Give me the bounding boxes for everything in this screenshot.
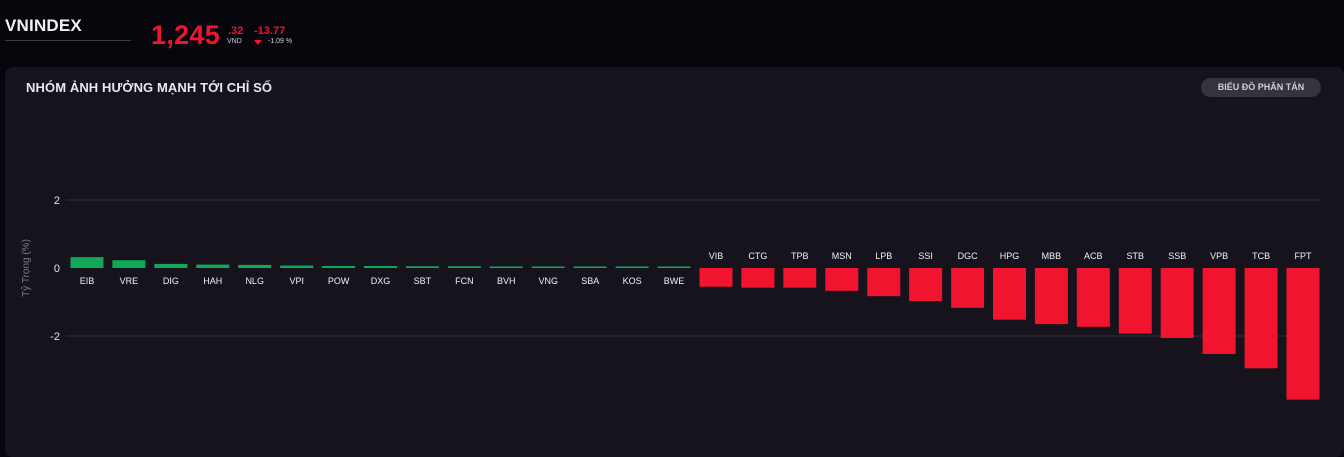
category-label-stb: STB <box>1127 251 1145 261</box>
bar-dxg <box>364 266 397 268</box>
bar-ssb <box>1160 268 1194 338</box>
category-label-bwe: BWE <box>664 276 685 286</box>
bar-fcn <box>447 266 481 268</box>
bar-mbb <box>1034 268 1068 325</box>
bar-bwe <box>657 266 691 268</box>
category-label-ssi: SSI <box>918 251 933 261</box>
bar-fpt <box>1286 268 1320 400</box>
category-label-kos: KOS <box>623 276 642 286</box>
bar-acb <box>1076 268 1110 327</box>
category-label-vre: VRE <box>120 276 139 286</box>
category-label-dig: DIG <box>163 276 179 286</box>
category-label-vpb: VPB <box>1210 251 1228 261</box>
category-label-dxg: DXG <box>371 276 391 286</box>
bar-nlg <box>238 264 272 268</box>
category-label-lpb: LPB <box>875 251 892 261</box>
category-label-hpg: HPG <box>1000 251 1020 261</box>
bar-vng <box>531 266 565 268</box>
bar-vib <box>699 268 733 287</box>
category-label-vib: VIB <box>709 251 724 261</box>
category-label-fpt: FPT <box>1295 251 1313 261</box>
category-label-msn: MSN <box>832 251 852 261</box>
category-label-ctg: CTG <box>748 251 767 261</box>
category-label-fcn: FCN <box>455 276 474 286</box>
category-label-sba: SBA <box>581 276 599 286</box>
bar-vpb <box>1202 268 1236 354</box>
bar-vpi <box>280 265 314 268</box>
category-label-mbb: MBB <box>1042 251 1062 261</box>
category-label-pow: POW <box>328 276 350 286</box>
bar-sba <box>573 266 607 268</box>
category-label-acb: ACB <box>1084 251 1103 261</box>
bar-ctg <box>741 268 775 288</box>
y-axis-label: Tỷ Trọng (%) <box>20 239 32 297</box>
y-tick-label-2: -2 <box>50 331 60 343</box>
bar-bvh <box>489 266 523 268</box>
bar-hpg <box>993 268 1026 320</box>
bar-pow <box>322 266 356 268</box>
bar-lpb <box>867 268 901 297</box>
bar-kos <box>615 266 649 268</box>
category-label-sbt: SBT <box>414 276 432 286</box>
category-label-eib: EIB <box>80 276 95 286</box>
bar-eib <box>70 257 104 268</box>
category-label-tpb: TPB <box>791 251 809 261</box>
bar-dgc <box>951 268 985 308</box>
category-label-nlg: NLG <box>245 276 264 286</box>
bar-stb <box>1118 268 1152 334</box>
bar-hah <box>196 264 230 268</box>
category-label-vpi: VPI <box>289 276 304 286</box>
bar-msn <box>825 268 859 291</box>
category-label-tcb: TCB <box>1252 251 1270 261</box>
bar-dig <box>154 263 188 268</box>
bar-tpb <box>783 268 817 288</box>
category-label-bvh: BVH <box>497 276 516 286</box>
category-label-dgc: DGC <box>958 251 979 261</box>
bar-ssi <box>909 268 943 301</box>
bar-sbt <box>405 266 439 268</box>
category-label-ssb: SSB <box>1168 251 1186 261</box>
bar-vre <box>112 260 146 268</box>
y-tick-label-0: 2 <box>54 195 60 207</box>
influence-bar-chart: 2 0 -2 Tỷ Trọng (%) EIB VRE DIG HAH NLG VPI POW DXG… <box>20 195 1320 400</box>
y-tick-label-1: 0 <box>54 263 60 275</box>
bar-tcb <box>1244 268 1278 369</box>
category-label-hah: HAH <box>203 276 222 286</box>
category-label-vng: VNG <box>538 276 558 286</box>
